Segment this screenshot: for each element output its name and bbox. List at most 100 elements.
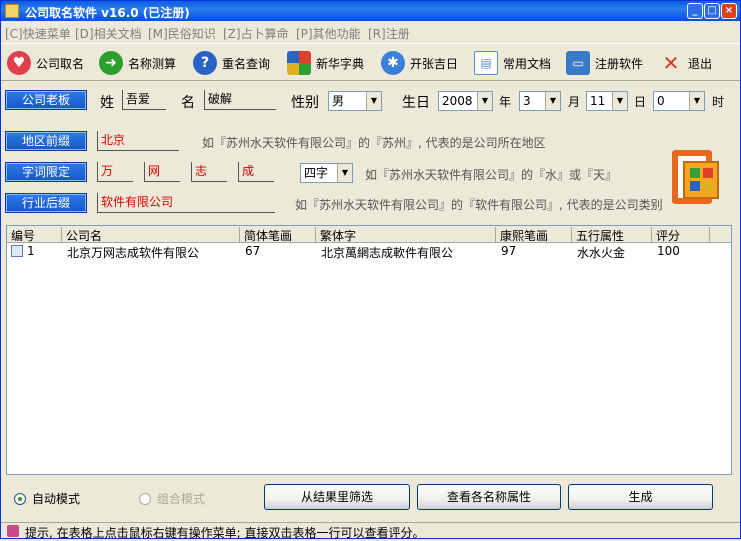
combo-mode-radio[interactable]: 组合模式 [139,490,205,507]
col-number[interactable]: 编号 [7,227,62,243]
menu-other[interactable]: [P]其他功能 [296,25,361,42]
word-length-select[interactable]: 四字 ▼ [300,163,353,183]
window-title: 公司取名软件 v16.0 (已注册) [25,6,190,20]
close-button[interactable]: × [721,3,737,19]
question-icon: ? [193,51,217,75]
chevron-down-icon: ▼ [337,164,352,182]
chevron-down-icon: ▼ [477,92,492,110]
col-kangxi-strokes[interactable]: 康熙笔画 [496,227,572,243]
tool-register[interactable]: ▭ 注册软件 [566,48,643,78]
region-hint: 如『苏州水天软件有限公司』的『苏州』, 代表的是公司所在地区 [202,136,546,150]
view-attributes-button[interactable]: 查看各名称属性 [417,484,561,510]
tool-label: 开张吉日 [410,56,459,71]
heart-icon: ♥ [7,51,31,75]
cell-company-name: 北京万网志成软件有限公 [67,246,200,260]
word-char-3[interactable]: 志 [191,162,227,182]
maximize-button[interactable]: □ [704,3,720,19]
tool-common-docs[interactable]: ▤ 常用文档 [474,48,551,78]
auto-mode-label: 自动模式 [32,492,81,506]
arrow-right-icon: ➜ [99,51,123,75]
region-prefix-button[interactable]: 地区前缀 [5,131,87,151]
chevron-down-icon: ▼ [689,92,704,110]
status-bar: 提示, 在表格上点击鼠标右键有操作菜单; 直接双击表格一行可以查看评分。 [1,522,740,540]
auto-mode-radio[interactable]: 自动模式 [14,490,80,507]
tool-label: 退出 [688,56,713,71]
industry-suffix-button[interactable]: 行业后缀 [5,193,87,213]
word-char-2[interactable]: 网 [144,162,180,182]
day-select[interactable]: 11 ▼ [586,91,628,111]
word-limit-button[interactable]: 字词限定 [5,162,87,182]
menu-divination[interactable]: [Z]占卜算命 [223,25,289,42]
col-company-name[interactable]: 公司名 [62,227,240,243]
word-char-4[interactable]: 成 [238,162,274,182]
cell-traditional: 北京萬網志成軟件有限公 [321,246,454,260]
chevron-down-icon: ▼ [612,92,627,110]
close-x-icon: ✕ [662,51,680,75]
menu-bar: [C]快速菜单 [D]相关文档 [M]民俗知识 [Z]占卜算命 [P]其他功能 … [1,21,740,41]
cell-simplified-strokes: 67 [245,244,261,258]
tool-label: 重名查询 [222,56,271,71]
day-value: 11 [590,94,606,108]
industry-hint: 如『苏州水天软件有限公司』的『软件有限公司』, 代表的是公司类别 [295,198,663,212]
tool-dictionary[interactable]: 新华字典 [287,48,364,78]
col-traditional[interactable]: 繁体字 [316,227,496,243]
radio-dot [14,492,26,505]
month-select[interactable]: 3 ▼ [519,91,561,111]
tool-duplicate-query[interactable]: ? 重名查询 [193,48,270,78]
tool-opening-date[interactable]: ✱ 开张吉日 [381,48,458,78]
chevron-down-icon: ▼ [545,92,560,110]
status-text: 提示, 在表格上点击鼠标右键有操作菜单; 直接双击表格一行可以查看评分。 [25,526,425,540]
menu-docs[interactable]: [D]相关文档 [75,25,142,42]
col-simplified-strokes[interactable]: 简体笔画 [240,227,316,243]
hour-label: 时 [712,95,725,109]
main-window: 公司取名软件 v16.0 (已注册) _ □ × [C]快速菜单 [D]相关文档… [0,0,741,540]
toolbar: ♥ 公司取名 ➜ 名称测算 ? 重名查询 新华字典 ✱ 开张吉日 ▤ 常用文档 … [1,43,740,81]
hour-value: 0 [657,94,665,108]
combo-mode-label: 组合模式 [157,492,206,506]
row-icon [11,245,23,257]
tool-exit[interactable]: ✕ 退出 [659,48,712,78]
given-name-label: 名 [181,95,195,111]
word-char-1[interactable]: 万 [97,162,133,182]
year-value: 2008 [442,94,473,108]
hint-icon [7,525,19,537]
gender-label: 性别 [291,95,319,111]
col-score[interactable]: 评分 [652,227,710,243]
generate-button[interactable]: 生成 [568,484,713,510]
windows-logo-icon [287,51,311,75]
boss-button[interactable]: 公司老板 [5,90,87,110]
table-header: 编号 公司名 简体笔画 繁体字 康熙笔画 五行属性 评分 [7,226,731,243]
menu-folk[interactable]: [M]民俗知识 [148,25,216,42]
menu-register[interactable]: [R]注册 [368,25,410,42]
surname-field[interactable]: 吾爱 [122,90,166,110]
minimize-button[interactable]: _ [687,3,703,19]
hour-select[interactable]: 0 ▼ [653,91,705,111]
cell-number: 1 [27,244,35,258]
table-row[interactable]: 1 北京万网志成软件有限公 67 北京萬網志成軟件有限公 97 水水火金 100 [7,243,731,260]
col-five-elements[interactable]: 五行属性 [572,227,652,243]
cell-score: 100 [657,244,680,258]
month-label: 月 [568,95,581,109]
industry-field[interactable]: 软件有限公司 [97,193,275,213]
results-table[interactable]: 编号 公司名 简体笔画 繁体字 康熙笔画 五行属性 评分 1 北京万网志成软件有… [6,225,732,475]
tool-label: 公司取名 [36,56,85,71]
filter-results-button[interactable]: 从结果里筛选 [264,484,410,510]
menu-quick[interactable]: [C]快速菜单 [5,25,71,42]
word-hint: 如『苏州水天软件有限公司』的『水』或『天』 [365,168,618,182]
cell-five-elements: 水水火金 [577,246,626,260]
chevron-down-icon: ▼ [366,92,381,110]
radio-dot [139,492,151,505]
app-icon [5,4,19,18]
region-field[interactable]: 北京 [97,131,179,151]
surname-label: 姓 [100,95,114,111]
given-name-field[interactable]: 破解 [204,90,276,110]
tool-name-test[interactable]: ➜ 名称测算 [99,48,176,78]
calendar-icon: ✱ [381,51,405,75]
year-select[interactable]: 2008 ▼ [438,91,493,111]
word-length-value: 四字 [304,166,329,180]
tool-label: 注册软件 [595,56,644,71]
tool-label: 名称测算 [128,56,177,71]
year-label: 年 [499,95,512,109]
tool-company-naming[interactable]: ♥ 公司取名 [7,48,84,78]
gender-select[interactable]: 男 ▼ [328,91,382,111]
